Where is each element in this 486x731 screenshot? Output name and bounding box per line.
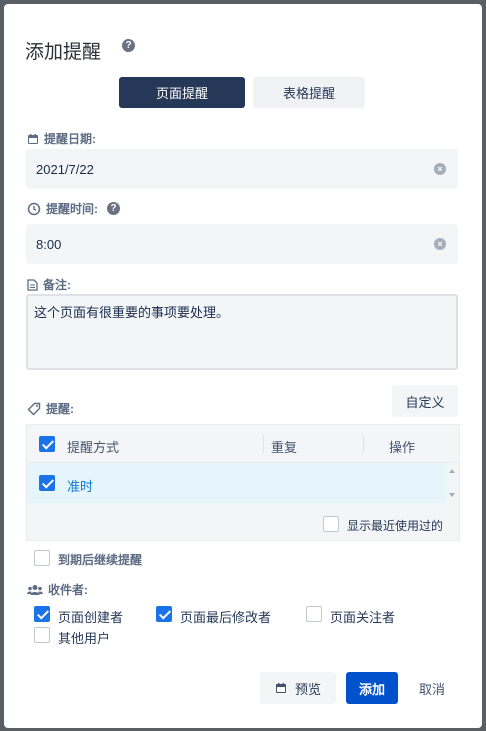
time-value: 8:00	[36, 236, 62, 252]
column-divider	[263, 435, 264, 453]
clock-icon	[27, 202, 41, 215]
clear-date-icon[interactable]: ×	[434, 163, 446, 175]
recipient-creator-checkbox[interactable]	[34, 606, 50, 622]
table-row[interactable]: 准时	[27, 463, 445, 503]
note-label: 备注:	[43, 278, 71, 292]
reminder-label-row: 提醒:	[27, 400, 74, 417]
table-scrollbar[interactable]	[445, 463, 459, 503]
date-field[interactable]: 2021/7/22 ×	[26, 149, 458, 189]
time-help-icon[interactable]: ?	[107, 202, 120, 215]
recipient-last-modifier-checkbox[interactable]	[156, 606, 172, 622]
note-label-row: 备注:	[27, 276, 71, 293]
users-icon	[27, 584, 43, 595]
tab-table-reminder[interactable]: 表格提醒	[253, 77, 365, 108]
date-label: 提醒日期:	[44, 132, 96, 146]
column-repeat: 重复	[271, 440, 298, 455]
column-actions: 操作	[389, 440, 416, 455]
reminder-label: 提醒:	[46, 402, 74, 416]
clear-time-icon[interactable]: ×	[434, 238, 446, 250]
show-recent-label: 显示最近使用过的	[347, 519, 444, 533]
recipient-other-label: 其他用户	[58, 631, 111, 646]
recipients-label: 收件者:	[48, 583, 88, 597]
row-method: 准时	[67, 479, 94, 494]
date-value: 2021/7/22	[36, 161, 94, 177]
recipient-other-checkbox[interactable]	[34, 627, 50, 643]
time-field[interactable]: 8:00 ×	[26, 224, 458, 264]
recipients-label-row: 收件者:	[27, 581, 88, 598]
reminder-type-tabs: 页面提醒 表格提醒	[119, 77, 365, 108]
recipient-watchers-label: 页面关注者	[330, 610, 396, 625]
row-checkbox[interactable]	[39, 475, 55, 491]
scroll-arrows-icon	[449, 469, 455, 497]
help-icon[interactable]: ?	[122, 39, 135, 52]
tag-icon	[27, 402, 41, 415]
recipient-creator-label: 页面创建者	[58, 610, 124, 625]
cancel-button[interactable]: 取消	[408, 672, 456, 704]
continue-after-due-checkbox[interactable]	[34, 550, 50, 566]
date-label-row: 提醒日期:	[27, 130, 96, 147]
note-textarea[interactable]: 这个页面有很重要的事项要处理。	[26, 294, 458, 370]
preview-label: 预览	[294, 681, 321, 697]
dialog-title: 添加提醒	[25, 42, 102, 63]
column-method: 提醒方式	[67, 440, 120, 455]
preview-button[interactable]: 预览	[260, 672, 336, 704]
custom-button[interactable]: 自定义	[392, 385, 458, 417]
recipient-last-modifier-label: 页面最后修改者	[180, 610, 272, 625]
document-icon	[27, 278, 38, 291]
calendar-icon	[275, 683, 286, 693]
calendar-icon	[28, 133, 38, 144]
tab-page-reminder[interactable]: 页面提醒	[119, 77, 245, 108]
show-recent-checkbox[interactable]	[323, 516, 339, 532]
reminder-table-header: 提醒方式 重复 操作	[27, 425, 459, 463]
continue-after-due-label: 到期后继续提醒	[58, 553, 143, 567]
time-label-row: 提醒时间: ?	[27, 200, 120, 217]
add-reminder-dialog: 添加提醒 ? 页面提醒 表格提醒 提醒日期: 2021/7/22 × 提醒时间:…	[4, 4, 482, 728]
recipient-watchers-checkbox[interactable]	[306, 606, 322, 622]
add-button[interactable]: 添加	[346, 672, 398, 704]
select-all-checkbox[interactable]	[39, 436, 55, 452]
time-label: 提醒时间:	[46, 202, 98, 216]
reminder-table: 提醒方式 重复 操作 准时 显示最近使用过的	[26, 424, 460, 541]
column-divider	[363, 435, 364, 453]
